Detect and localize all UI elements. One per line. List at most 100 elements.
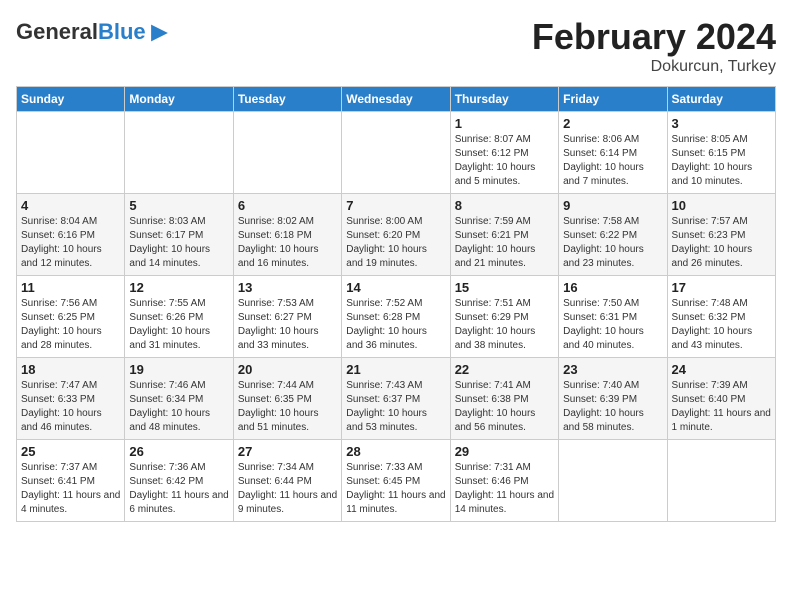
- day-info: Sunrise: 8:04 AMSunset: 6:16 PMDaylight:…: [21, 215, 120, 271]
- calendar-cell: 19 Sunrise: 7:46 AMSunset: 6:34 PMDayligh…: [125, 358, 233, 440]
- day-info: Sunrise: 7:58 AMSunset: 6:22 PMDaylight:…: [563, 215, 662, 271]
- day-info: Sunrise: 8:02 AMSunset: 6:18 PMDaylight:…: [238, 215, 337, 271]
- calendar-cell: 14 Sunrise: 7:52 AMSunset: 6:28 PMDayligh…: [342, 276, 450, 358]
- calendar-cell: 2 Sunrise: 8:06 AMSunset: 6:14 PMDaylight…: [559, 112, 667, 194]
- day-number: 24: [672, 362, 771, 377]
- day-info: Sunrise: 7:46 AMSunset: 6:34 PMDaylight:…: [129, 379, 228, 435]
- calendar-cell: 15 Sunrise: 7:51 AMSunset: 6:29 PMDayligh…: [450, 276, 558, 358]
- calendar-cell: 27 Sunrise: 7:34 AMSunset: 6:44 PMDayligh…: [233, 440, 341, 522]
- day-number: 19: [129, 362, 228, 377]
- day-info: Sunrise: 8:06 AMSunset: 6:14 PMDaylight:…: [563, 133, 662, 189]
- day-info: Sunrise: 8:05 AMSunset: 6:15 PMDaylight:…: [672, 133, 771, 189]
- day-number: 3: [672, 116, 771, 131]
- day-number: 18: [21, 362, 120, 377]
- logo-general: General: [16, 19, 98, 44]
- calendar-day-header: Wednesday: [342, 87, 450, 112]
- calendar-cell: 20Sunrise: 7:44 AMSunset: 6:35 PMDayligh…: [233, 358, 341, 440]
- calendar-day-header: Sunday: [17, 87, 125, 112]
- calendar-cell: [667, 440, 775, 522]
- day-number: 22: [455, 362, 554, 377]
- day-info: Sunrise: 7:56 AMSunset: 6:25 PMDaylight:…: [21, 297, 120, 353]
- day-number: 28: [346, 444, 445, 459]
- day-number: 2: [563, 116, 662, 131]
- day-number: 17: [672, 280, 771, 295]
- calendar-cell: 29 Sunrise: 7:31 AMSunset: 6:46 PMDayligh…: [450, 440, 558, 522]
- day-number: 15: [455, 280, 554, 295]
- calendar-day-header: Saturday: [667, 87, 775, 112]
- calendar-cell: 9 Sunrise: 7:58 AMSunset: 6:22 PMDaylight…: [559, 194, 667, 276]
- day-info: Sunrise: 7:40 AMSunset: 6:39 PMDaylight:…: [563, 379, 662, 435]
- calendar-cell: 5Sunrise: 8:03 AMSunset: 6:17 PMDaylight…: [125, 194, 233, 276]
- day-info: Sunrise: 7:43 AMSunset: 6:37 PMDaylight:…: [346, 379, 445, 435]
- day-info: Sunrise: 8:03 AMSunset: 6:17 PMDaylight:…: [129, 215, 228, 271]
- day-info: Sunrise: 8:00 AMSunset: 6:20 PMDaylight:…: [346, 215, 445, 271]
- day-number: 10: [672, 198, 771, 213]
- calendar-week-row: 18 Sunrise: 7:47 AMSunset: 6:33 PMDayligh…: [17, 358, 776, 440]
- calendar-cell: 12 Sunrise: 7:55 AMSunset: 6:26 PMDayligh…: [125, 276, 233, 358]
- day-info: Sunrise: 7:33 AMSunset: 6:45 PMDaylight:…: [346, 461, 445, 517]
- day-number: 12: [129, 280, 228, 295]
- logo-blue: Blue: [98, 19, 146, 44]
- calendar-table: SundayMondayTuesdayWednesdayThursdayFrid…: [16, 86, 776, 522]
- day-number: 8: [455, 198, 554, 213]
- day-info: Sunrise: 7:57 AMSunset: 6:23 PMDaylight:…: [672, 215, 771, 271]
- day-number: 27: [238, 444, 337, 459]
- day-info: Sunrise: 7:50 AMSunset: 6:31 PMDaylight:…: [563, 297, 662, 353]
- day-number: 13: [238, 280, 337, 295]
- calendar-cell: 13 Sunrise: 7:53 AMSunset: 6:27 PMDayligh…: [233, 276, 341, 358]
- calendar-day-header: Friday: [559, 87, 667, 112]
- day-number: 21: [346, 362, 445, 377]
- logo: GeneralBlue ►: [16, 16, 173, 48]
- day-info: Sunrise: 7:48 AMSunset: 6:32 PMDaylight:…: [672, 297, 771, 353]
- calendar-week-row: 4 Sunrise: 8:04 AMSunset: 6:16 PMDaylight…: [17, 194, 776, 276]
- calendar-cell: 22 Sunrise: 7:41 AMSunset: 6:38 PMDayligh…: [450, 358, 558, 440]
- calendar-week-row: 1Sunrise: 8:07 AMSunset: 6:12 PMDaylight…: [17, 112, 776, 194]
- calendar-cell: 6 Sunrise: 8:02 AMSunset: 6:18 PMDaylight…: [233, 194, 341, 276]
- calendar-header-row: SundayMondayTuesdayWednesdayThursdayFrid…: [17, 87, 776, 112]
- day-number: 29: [455, 444, 554, 459]
- location: Dokurcun, Turkey: [532, 58, 776, 76]
- day-number: 16: [563, 280, 662, 295]
- calendar-cell: 8Sunrise: 7:59 AMSunset: 6:21 PMDaylight…: [450, 194, 558, 276]
- calendar-day-header: Thursday: [450, 87, 558, 112]
- calendar-cell: 17 Sunrise: 7:48 AMSunset: 6:32 PMDayligh…: [667, 276, 775, 358]
- calendar-cell: 10 Sunrise: 7:57 AMSunset: 6:23 PMDayligh…: [667, 194, 775, 276]
- calendar-cell: [125, 112, 233, 194]
- day-info: Sunrise: 7:52 AMSunset: 6:28 PMDaylight:…: [346, 297, 445, 353]
- day-info: Sunrise: 8:07 AMSunset: 6:12 PMDaylight:…: [455, 133, 554, 189]
- day-info: Sunrise: 7:51 AMSunset: 6:29 PMDaylight:…: [455, 297, 554, 353]
- day-info: Sunrise: 7:34 AMSunset: 6:44 PMDaylight:…: [238, 461, 337, 517]
- calendar-cell: 26Sunrise: 7:36 AMSunset: 6:42 PMDayligh…: [125, 440, 233, 522]
- day-info: Sunrise: 7:31 AMSunset: 6:46 PMDaylight:…: [455, 461, 554, 517]
- calendar-week-row: 25 Sunrise: 7:37 AMSunset: 6:41 PMDayligh…: [17, 440, 776, 522]
- day-number: 23: [563, 362, 662, 377]
- calendar-cell: 7 Sunrise: 8:00 AMSunset: 6:20 PMDaylight…: [342, 194, 450, 276]
- day-info: Sunrise: 7:41 AMSunset: 6:38 PMDaylight:…: [455, 379, 554, 435]
- calendar-day-header: Monday: [125, 87, 233, 112]
- day-number: 9: [563, 198, 662, 213]
- calendar-cell: 25 Sunrise: 7:37 AMSunset: 6:41 PMDayligh…: [17, 440, 125, 522]
- calendar-cell: 3 Sunrise: 8:05 AMSunset: 6:15 PMDaylight…: [667, 112, 775, 194]
- logo-arrow-icon: ►: [146, 16, 174, 48]
- title-block: February 2024 Dokurcun, Turkey: [532, 16, 776, 76]
- day-info: Sunrise: 7:55 AMSunset: 6:26 PMDaylight:…: [129, 297, 228, 353]
- calendar-cell: 18 Sunrise: 7:47 AMSunset: 6:33 PMDayligh…: [17, 358, 125, 440]
- day-number: 11: [21, 280, 120, 295]
- day-info: Sunrise: 7:37 AMSunset: 6:41 PMDaylight:…: [21, 461, 120, 517]
- calendar-week-row: 11 Sunrise: 7:56 AMSunset: 6:25 PMDayligh…: [17, 276, 776, 358]
- day-number: 4: [21, 198, 120, 213]
- day-number: 25: [21, 444, 120, 459]
- day-info: Sunrise: 7:53 AMSunset: 6:27 PMDaylight:…: [238, 297, 337, 353]
- day-info: Sunrise: 7:47 AMSunset: 6:33 PMDaylight:…: [21, 379, 120, 435]
- day-info: Sunrise: 7:36 AMSunset: 6:42 PMDaylight:…: [129, 461, 228, 517]
- calendar-cell: 16 Sunrise: 7:50 AMSunset: 6:31 PMDayligh…: [559, 276, 667, 358]
- calendar-cell: 11 Sunrise: 7:56 AMSunset: 6:25 PMDayligh…: [17, 276, 125, 358]
- day-info: Sunrise: 7:44 AMSunset: 6:35 PMDaylight:…: [238, 379, 337, 435]
- calendar-cell: 28 Sunrise: 7:33 AMSunset: 6:45 PMDayligh…: [342, 440, 450, 522]
- day-info: Sunrise: 7:39 AMSunset: 6:40 PMDaylight:…: [672, 379, 771, 435]
- day-number: 6: [238, 198, 337, 213]
- calendar-cell: 21 Sunrise: 7:43 AMSunset: 6:37 PMDayligh…: [342, 358, 450, 440]
- day-number: 7: [346, 198, 445, 213]
- calendar-cell: 23 Sunrise: 7:40 AMSunset: 6:39 PMDayligh…: [559, 358, 667, 440]
- day-number: 14: [346, 280, 445, 295]
